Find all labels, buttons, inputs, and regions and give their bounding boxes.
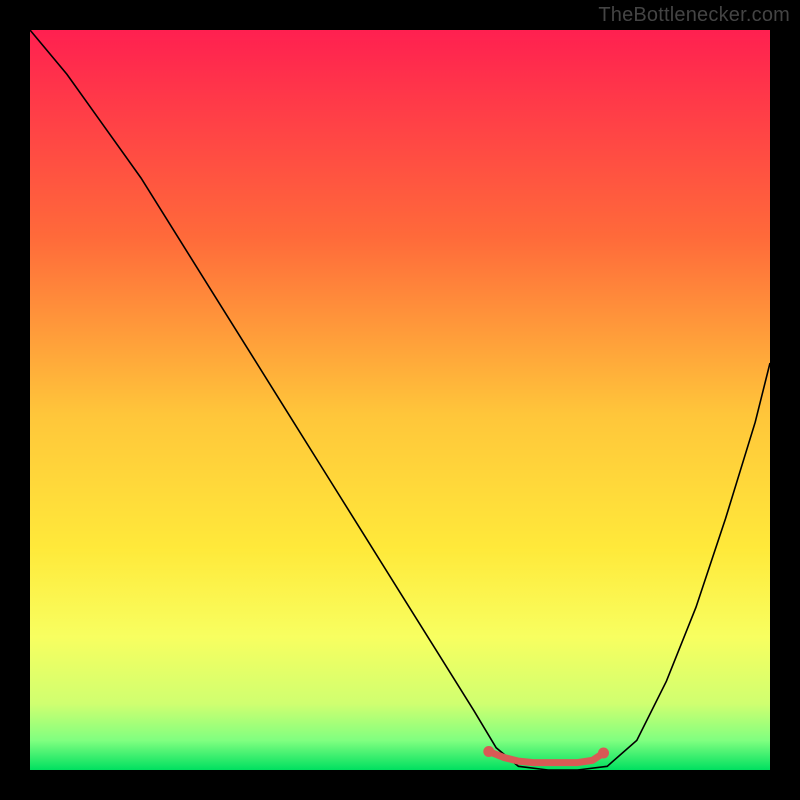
bottleneck-chart: TheBottlenecker.com bbox=[0, 0, 800, 800]
chart-canvas bbox=[0, 0, 800, 800]
plot-background bbox=[30, 30, 770, 770]
optimal-end-dot bbox=[598, 747, 609, 758]
watermark-text: TheBottlenecker.com bbox=[598, 4, 790, 27]
optimal-start-dot bbox=[483, 746, 494, 757]
